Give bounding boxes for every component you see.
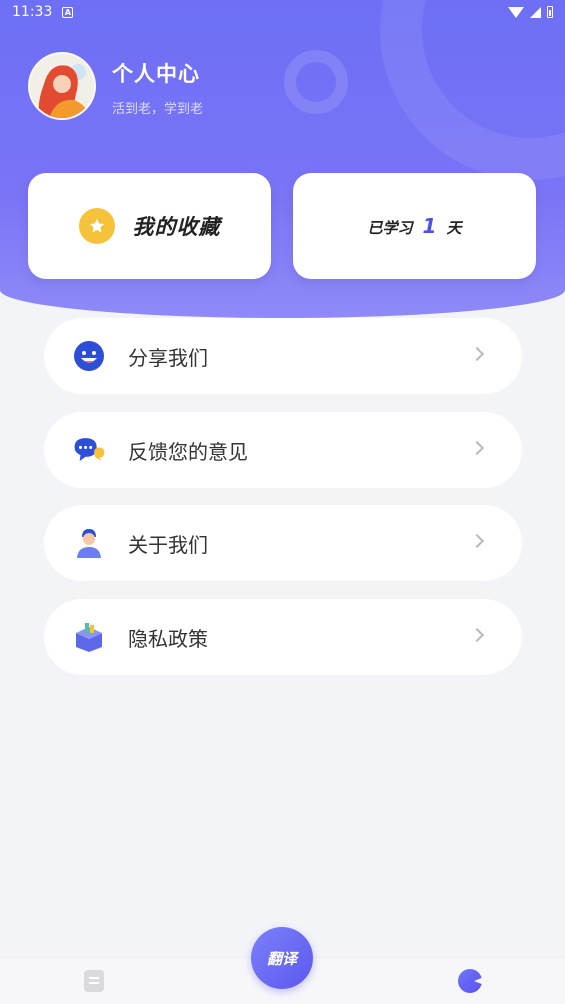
signal-icon [530,6,541,18]
status-bar: 11:33 A [0,0,565,24]
wifi-icon [508,6,524,18]
document-icon[interactable] [84,970,104,992]
menu-item-feedback[interactable]: 反馈您的意见 [44,412,522,488]
star-icon [78,208,115,244]
profile-subtitle: 活到老，学到老 [112,102,204,117]
chevron-right-icon [469,627,485,643]
status-time: 11:33 [12,4,53,20]
decorative-ring-small [284,50,348,114]
person-icon [72,526,106,560]
chevron-right-icon [469,346,485,362]
study-suffix: 天 [446,219,462,237]
study-prefix: 已学习 [367,219,413,237]
page-title: 个人中心 [112,62,200,86]
smile-face-icon [72,339,106,373]
decorative-ring [380,0,565,180]
menu-item-label: 分享我们 [128,345,208,370]
chevron-right-icon [469,440,485,456]
avatar[interactable] [28,52,96,120]
menu-item-label: 隐私政策 [128,626,208,651]
menu-item-label: 反馈您的意见 [128,439,248,464]
study-days-card[interactable]: 已学习 1 天 [293,173,536,279]
translate-button[interactable]: 翻译 [251,927,313,989]
menu-item-about[interactable]: 关于我们 [44,505,522,581]
menu-item-label: 关于我们 [128,532,208,557]
notification-a-icon: A [62,6,74,18]
battery-icon [547,6,553,18]
favorites-label: 我的收藏 [132,215,221,239]
chat-bubbles-icon [72,433,106,467]
menu-item-privacy[interactable]: 隐私政策 [44,599,522,675]
favorites-card[interactable]: 我的收藏 [28,173,271,279]
study-days-count: 1 [422,214,437,238]
pacman-icon[interactable] [458,969,482,993]
menu-item-share[interactable]: 分享我们 [44,318,522,394]
privacy-box-icon [72,620,106,654]
chevron-right-icon [469,533,485,549]
